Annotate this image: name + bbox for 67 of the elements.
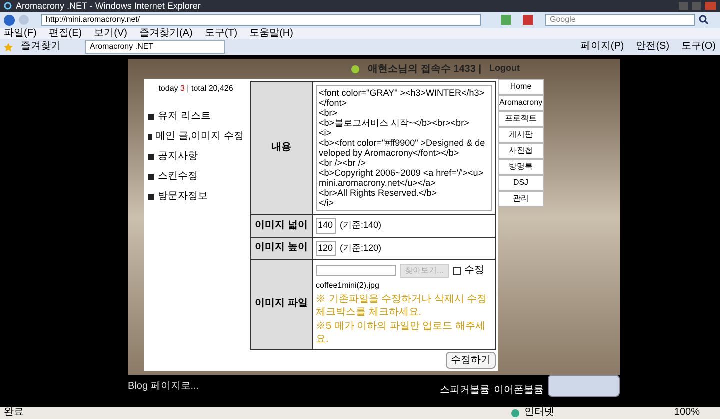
admin-menu-link[interactable]: 공지사항 bbox=[158, 149, 198, 164]
refresh-button[interactable] bbox=[501, 15, 511, 25]
media-player[interactable] bbox=[548, 375, 620, 397]
nav-link[interactable]: 게시판 bbox=[498, 127, 544, 143]
admin-menu-link[interactable]: 스킨수정 bbox=[158, 169, 198, 184]
bullet-icon bbox=[148, 174, 154, 180]
browser-logo-icon bbox=[4, 2, 12, 10]
security-zone: 인터넷 bbox=[524, 408, 554, 418]
volume-link[interactable]: 이어폰볼륨 bbox=[494, 383, 544, 398]
nav-link[interactable]: DSJ bbox=[498, 175, 544, 191]
menu-item[interactable]: 즐겨찾기(A) bbox=[139, 28, 193, 38]
nav-link[interactable]: 사진첩 bbox=[498, 143, 544, 159]
field-label: 이미지 파일 bbox=[251, 260, 313, 349]
number-field[interactable]: 140 bbox=[316, 218, 336, 234]
nav-link[interactable]: Home bbox=[498, 79, 544, 95]
browser-tab[interactable]: Aromacrony .NET bbox=[85, 40, 225, 54]
file-path-field[interactable] bbox=[316, 265, 396, 276]
favorites-button[interactable]: 즐겨찾기 bbox=[21, 42, 61, 52]
star-icon bbox=[4, 42, 13, 52]
menu-item[interactable]: 보기(V) bbox=[94, 28, 128, 38]
toolbar-menu[interactable]: 페이지(P) bbox=[580, 42, 624, 52]
toolbar-menu[interactable]: 도구(O) bbox=[682, 42, 716, 52]
notice-text: ※ 기존파일을 수정하거나 삭제시 수정체크박스를 체크하세요. bbox=[316, 294, 488, 319]
nav-link[interactable]: Aromacrony bbox=[498, 95, 544, 111]
stop-button[interactable] bbox=[523, 15, 533, 25]
number-field[interactable]: 120 bbox=[316, 240, 336, 256]
nav-link[interactable]: 프로젝트 bbox=[498, 111, 544, 127]
menu-item[interactable]: 파일(F) bbox=[4, 28, 37, 38]
visit-counter: today 3 | total 20,426 bbox=[158, 83, 234, 95]
nav-link[interactable]: 관리 bbox=[498, 191, 544, 207]
admin-menu-link[interactable]: 방문자정보 bbox=[158, 189, 208, 204]
back-button[interactable] bbox=[4, 14, 15, 26]
file-name: coffee1mini(2).jpg bbox=[316, 280, 380, 292]
bullet-icon bbox=[148, 114, 154, 120]
admin-menu-link[interactable]: 메인 글,이미지 수정 bbox=[156, 129, 244, 144]
menu-item[interactable]: 도움말(H) bbox=[250, 28, 294, 38]
field-label: 이미지 높이 bbox=[251, 238, 313, 259]
notice-text: ※5 메가 이하의 파일만 업로드 해주세요. bbox=[316, 321, 486, 346]
window-title: Aromacrony .NET - Windows Internet Explorer bbox=[16, 2, 202, 10]
search-field[interactable]: Google bbox=[545, 14, 695, 26]
checkbox[interactable] bbox=[452, 266, 461, 274]
nav-link[interactable]: 방명록 bbox=[498, 159, 544, 175]
visitor-count: 애현소님의 접속수 1433 | bbox=[368, 62, 482, 76]
menu-item[interactable]: 도구(T) bbox=[204, 28, 238, 38]
maximize-button[interactable] bbox=[692, 2, 701, 10]
bullet-icon bbox=[148, 134, 152, 140]
status-text: 완료 bbox=[4, 408, 24, 418]
menu-item[interactable]: 편집(E) bbox=[48, 28, 82, 38]
submit-button[interactable]: 수정하기 bbox=[446, 352, 496, 369]
hint-text: (기준:140) bbox=[340, 219, 382, 232]
close-button[interactable] bbox=[705, 2, 716, 10]
content-textarea[interactable]: <font color="GRAY" ><h3>WINTER</h3></font> <br> <b>블로그서비스 시작~</b><br><br> <i> <b><font color="#ff9900" >Designed & developed by Aromacrony</font></b> <br /><br /> <b>Copyright 2006~2009 <a href='/'><u>mini.aromacrony.net</u></a> <br>All Rights Reserved.</b> </i> bbox=[316, 85, 492, 211]
blog-link[interactable]: Blog 페이지로... bbox=[128, 379, 200, 398]
field-label: 이미지 넓이 bbox=[251, 215, 313, 236]
zoom-level[interactable]: 100% bbox=[674, 408, 700, 418]
volume-link[interactable]: 스피커볼륨 bbox=[440, 383, 490, 398]
bullet-icon bbox=[148, 194, 154, 200]
search-icon[interactable] bbox=[699, 15, 709, 25]
minimize-button[interactable] bbox=[679, 2, 688, 10]
field-label: 내용 bbox=[251, 82, 313, 214]
admin-menu-link[interactable]: 유저 리스트 bbox=[158, 109, 211, 124]
forward-button[interactable] bbox=[19, 15, 29, 25]
bullet-icon bbox=[148, 154, 154, 160]
address-field[interactable]: http://mini.aromacrony.net/ bbox=[41, 14, 481, 26]
checkbox-label: 수정 bbox=[464, 264, 485, 278]
hint-text: (기준:120) bbox=[340, 242, 382, 255]
toolbar-menu[interactable]: 안전(S) bbox=[636, 42, 670, 52]
